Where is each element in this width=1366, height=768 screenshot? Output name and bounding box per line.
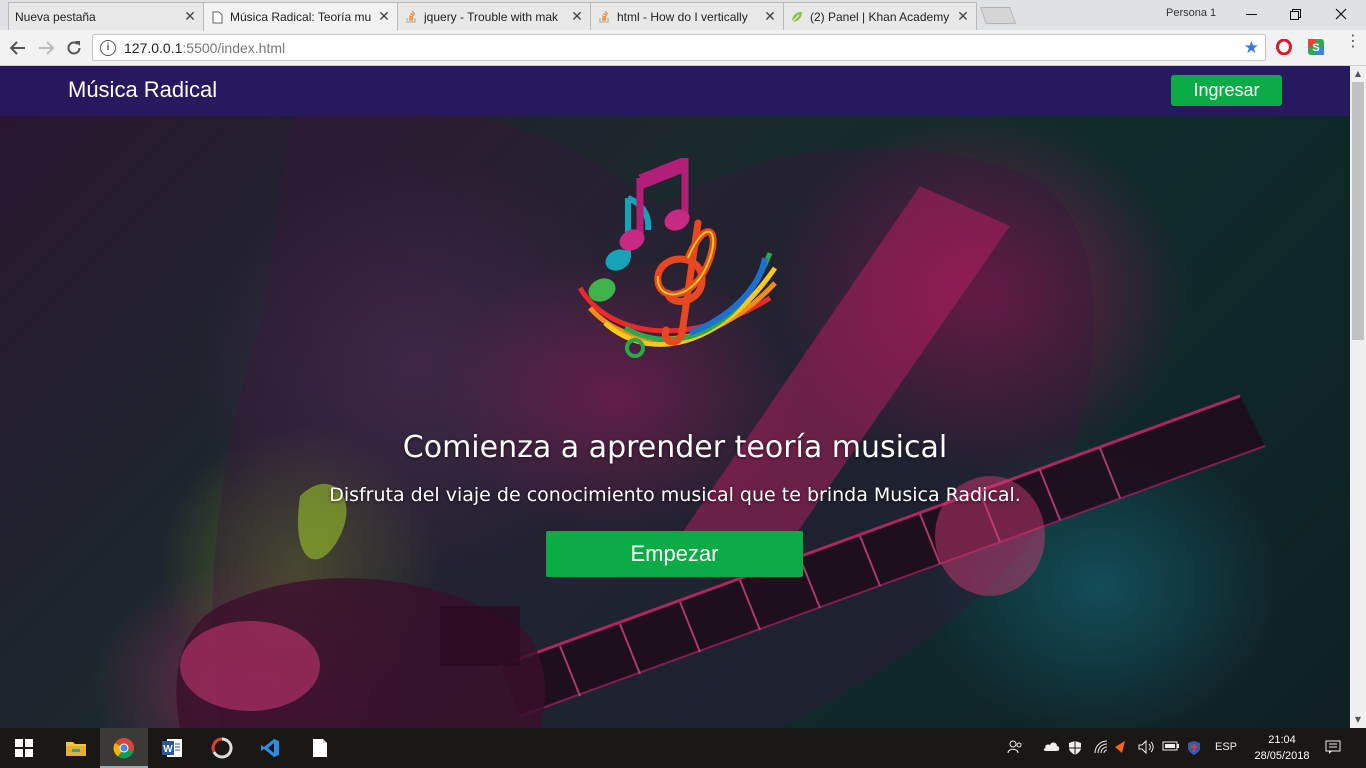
volume-icon[interactable] (1138, 739, 1156, 757)
onedrive-icon[interactable] (1042, 740, 1060, 755)
close-icon[interactable]: ✕ (956, 9, 970, 25)
reload-icon[interactable] (63, 37, 85, 59)
opera-extension-icon[interactable] (1275, 38, 1293, 56)
page-icon (210, 10, 224, 24)
close-icon[interactable]: ✕ (763, 9, 777, 25)
close-icon[interactable]: ✕ (183, 9, 197, 25)
tab-label: Nueva pestaña (15, 9, 96, 24)
hero-section: Música Radical Ingresar Comienza a apren… (0, 66, 1350, 728)
svg-text:W: W (163, 744, 173, 755)
chrome-icon[interactable] (100, 728, 148, 768)
tab-musica-radical[interactable]: Música Radical: Teoría mu ✕ (203, 2, 398, 31)
hero-title: Comienza a aprender teoría musical (402, 430, 948, 465)
shield-icon[interactable] (1068, 740, 1082, 759)
stackoverflow-icon (404, 10, 418, 24)
tab-khan-academy[interactable]: (2) Panel | Khan Academy ✕ (783, 2, 977, 30)
new-tab-button[interactable] (979, 7, 1017, 24)
site-brand[interactable]: Música Radical (68, 77, 217, 103)
khan-leaf-icon (790, 10, 804, 24)
vertical-scrollbar[interactable]: ▲ ▼ (1350, 66, 1366, 728)
scroll-up-icon[interactable]: ▲ (1350, 66, 1366, 82)
vscode-icon[interactable] (246, 728, 294, 768)
bookmark-star-icon[interactable]: ★ (1244, 38, 1259, 58)
stackoverflow-icon (597, 10, 611, 24)
tab-label: Música Radical: Teoría mu (230, 10, 372, 24)
minimize-icon[interactable] (1228, 0, 1274, 28)
login-button[interactable]: Ingresar (1171, 75, 1282, 106)
people-icon[interactable] (1007, 740, 1023, 757)
scrollbar-thumb[interactable] (1352, 82, 1364, 340)
close-icon[interactable]: ✕ (570, 9, 584, 25)
hero-subtitle: Disfruta del viaje de conocimiento music… (329, 484, 1021, 506)
clock-date: 28/05/2018 (1254, 750, 1310, 762)
close-icon[interactable]: ✕ (377, 9, 391, 25)
start-button[interactable]: Empezar (546, 531, 803, 577)
info-icon[interactable]: i (100, 39, 116, 56)
avast-icon[interactable] (1114, 740, 1126, 757)
language-indicator[interactable]: ESP (1215, 741, 1237, 753)
tab-new-tab[interactable]: Nueva pestaña ✕ (8, 2, 204, 30)
tab-jquery[interactable]: jquery - Trouble with mak ✕ (397, 2, 591, 30)
back-icon[interactable] (7, 37, 29, 59)
window-close-icon[interactable] (1318, 0, 1364, 28)
windows-taskbar: W ESP 21:04 28/05/2018 (0, 728, 1366, 768)
more-menu-icon[interactable]: ⋮ (1345, 33, 1361, 49)
forward-icon[interactable] (35, 37, 57, 59)
file-explorer-icon[interactable] (52, 728, 100, 768)
address-bar[interactable]: i 127.0.0.1:5500/index.html ★ (92, 34, 1266, 61)
tab-label: (2) Panel | Khan Academy (810, 9, 950, 24)
music-notes-logo (577, 158, 778, 358)
site-navbar: Música Radical Ingresar (0, 66, 1350, 116)
extension-s-icon[interactable]: S (1307, 38, 1325, 56)
restore-icon[interactable] (1272, 0, 1318, 28)
app-icon[interactable] (198, 728, 246, 768)
security-shield-icon[interactable] (1187, 740, 1201, 759)
svg-text:S: S (1312, 42, 1319, 54)
system-clock[interactable]: 21:04 28/05/2018 (1248, 732, 1316, 764)
wifi-icon[interactable] (1094, 740, 1110, 757)
scroll-down-icon[interactable]: ▼ (1350, 712, 1366, 728)
word-icon[interactable]: W (148, 728, 196, 768)
battery-icon[interactable] (1162, 740, 1180, 755)
tab-html[interactable]: html - How do I vertically ✕ (590, 2, 784, 30)
url-path: :5500/index.html (182, 39, 286, 56)
profile-name[interactable]: Persona 1 (1166, 7, 1216, 19)
tab-label: jquery - Trouble with mak (424, 9, 559, 24)
notifications-icon[interactable] (1325, 740, 1341, 757)
windows-start-icon[interactable] (0, 728, 48, 768)
browser-toolbar: i 127.0.0.1:5500/index.html ★ S ⋮ (0, 30, 1366, 66)
clock-time: 21:04 (1268, 734, 1296, 746)
tab-label: html - How do I vertically (617, 9, 748, 24)
notepad-icon[interactable] (296, 728, 344, 768)
tab-strip: Nueva pestaña ✕ Música Radical: Teoría m… (0, 0, 1366, 31)
url-host: 127.0.0.1 (124, 39, 183, 56)
